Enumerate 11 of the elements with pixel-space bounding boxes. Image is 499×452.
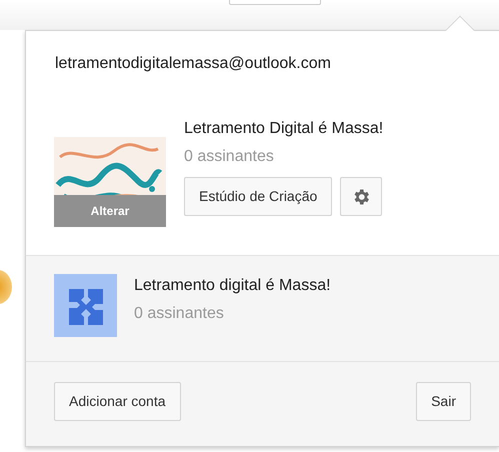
creator-studio-button[interactable]: Estúdio de Criação [184,177,332,216]
account-email: letramentodigitalemassa@outlook.com [54,54,332,74]
channel-name: Letramento digital é Massa! [134,276,331,296]
channel-row[interactable]: Letramento digital é Massa! 0 assinantes [26,256,499,362]
sign-out-button[interactable]: Sair [416,382,471,421]
add-account-button[interactable]: Adicionar conta [54,382,181,421]
subscriber-count: 0 assinantes [134,304,225,324]
settings-button[interactable] [340,177,382,216]
channel-icon [66,286,104,324]
channel-name: Letramento Digital é Massa! [184,119,384,139]
subscriber-count: 0 assinantes [184,147,275,167]
